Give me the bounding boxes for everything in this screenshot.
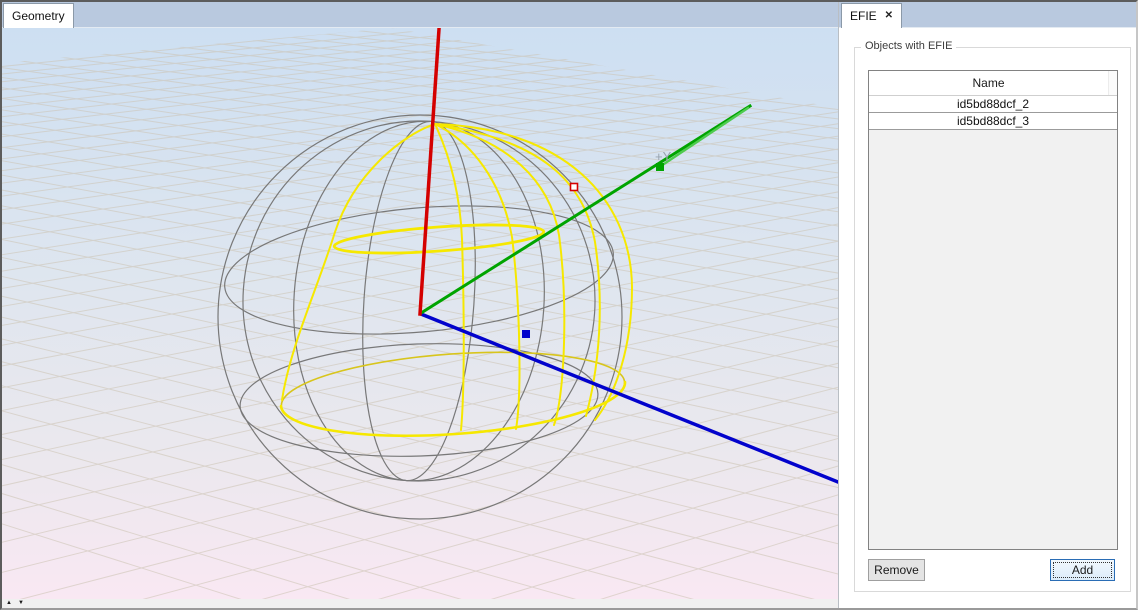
viewport-bottom-strip: ▲ ▼ <box>2 599 838 608</box>
table-header-name: Name <box>869 71 1108 95</box>
efie-panel: Objects with EFIE Name id5bd88dcf_2 id5b… <box>839 28 1136 608</box>
table-header-gutter <box>1108 71 1117 95</box>
viewport-3d[interactable]: +Y <box>2 28 838 599</box>
y-axis-label: +Y <box>655 149 672 164</box>
point-marker-blue[interactable] <box>522 330 530 338</box>
efie-pane: EFIE ✕ Objects with EFIE Name id5bd88dcf… <box>839 2 1136 608</box>
table-row[interactable]: id5bd88dcf_2 <box>869 96 1117 113</box>
remove-button[interactable]: Remove <box>868 559 925 581</box>
close-icon[interactable]: ✕ <box>885 11 893 21</box>
point-marker-red[interactable] <box>571 184 578 191</box>
left-tabbar: Geometry <box>2 2 838 28</box>
tab-scroll-up-icon[interactable]: ▲ <box>6 599 12 608</box>
geometry-canvas[interactable]: +Y <box>2 28 838 599</box>
objects-with-efie-group: Objects with EFIE Name id5bd88dcf_2 id5b… <box>854 47 1131 592</box>
geometry-pane: Geometry <box>2 2 839 608</box>
app-window: Geometry <box>0 0 1138 610</box>
add-button[interactable]: Add <box>1050 559 1115 581</box>
tab-geometry[interactable]: Geometry <box>3 3 74 28</box>
tab-geometry-label: Geometry <box>12 9 65 23</box>
tab-efie[interactable]: EFIE ✕ <box>841 3 902 28</box>
table-header-row: Name <box>869 71 1117 96</box>
groupbox-title: Objects with EFIE <box>861 40 956 52</box>
efie-objects-table[interactable]: Name id5bd88dcf_2 id5bd88dcf_3 <box>868 70 1118 550</box>
tab-scroll-down-icon[interactable]: ▼ <box>18 599 24 608</box>
tab-efie-label: EFIE <box>850 9 877 23</box>
right-tabbar: EFIE ✕ <box>839 2 1136 28</box>
table-row[interactable]: id5bd88dcf_3 <box>869 113 1117 130</box>
point-marker-green[interactable] <box>656 163 664 171</box>
